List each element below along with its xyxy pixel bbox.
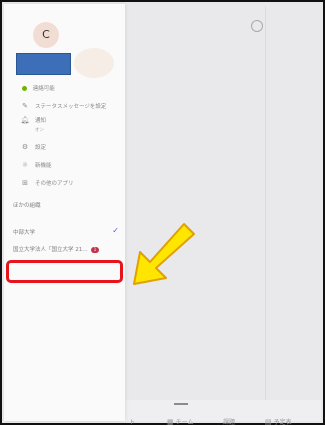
more-apps[interactable]: ⊞ その他のアプリ: [20, 177, 73, 189]
apps-icon: ⊞: [22, 179, 28, 187]
active-tab-indicator: [174, 403, 188, 405]
other-orgs-heading: ほかの組織: [13, 203, 41, 209]
side-drawer: C 連絡可能 ✎ ステータスメッセージを設定 🔔︎ 通知 オン ⚙ 設定 ☼ 新機能 ⊞…: [4, 4, 125, 421]
user-name-redacted: [16, 53, 71, 75]
whats-new[interactable]: ☼ 新機能: [20, 159, 52, 171]
avatar[interactable]: C: [33, 22, 59, 48]
status-icon: [22, 86, 27, 91]
notification-badge: 1: [90, 246, 100, 253]
highlight-box: [6, 260, 123, 283]
check-icon: ✓: [112, 226, 119, 235]
settings-icon: [251, 20, 263, 32]
org-item-current[interactable]: 中部大学 ✓: [13, 226, 123, 238]
avatar-glow: [74, 48, 114, 78]
set-status-message[interactable]: ✎ ステータスメッセージを設定: [20, 100, 106, 112]
bell-icon: 🔔︎: [20, 116, 30, 124]
gear-icon: ⚙: [21, 143, 29, 151]
background-app: [125, 4, 321, 421]
screenshot-frame: ト ▦ チーム 課題 ▤ 予定表 C 連絡可能 ✎ ステータスメッセージを設定 🔔︎ 通…: [0, 0, 325, 426]
lightbulb-icon: ☼: [21, 161, 29, 169]
divider: [265, 6, 266, 403]
settings[interactable]: ⚙ 設定: [20, 141, 46, 153]
yellow-arrow-icon: [133, 223, 195, 285]
status-available[interactable]: 連絡可能: [20, 83, 55, 95]
notifications[interactable]: 🔔︎ 通知 オン: [20, 116, 46, 133]
bottom-tab-bar: ト ▦ チーム 課題 ▤ 予定表: [125, 400, 321, 426]
org-item-other[interactable]: 国立大学法人「国立大学 21… 1: [13, 245, 123, 255]
edit-icon: ✎: [22, 102, 28, 110]
